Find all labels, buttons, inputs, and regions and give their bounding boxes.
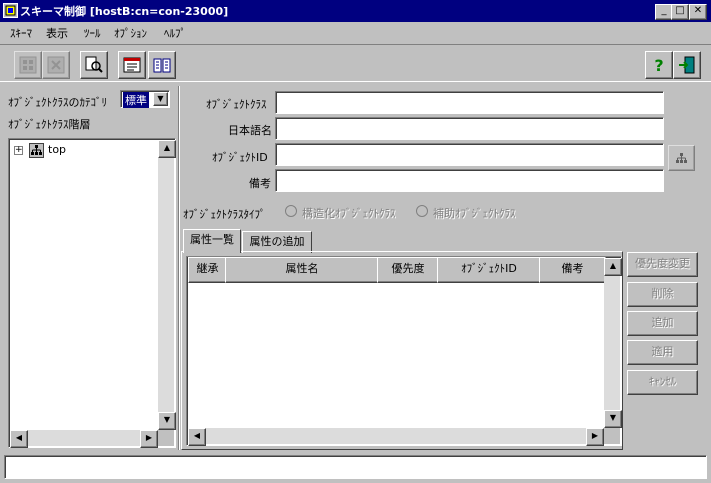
table-scroll-left-icon[interactable]: ◀ — [188, 428, 206, 446]
window-title: スキーマ制御 [hostB:cn=con-23000] — [20, 5, 229, 18]
column-header-attribute-name[interactable]: 属性名 — [225, 257, 379, 283]
remarks-label: 備考 — [249, 177, 271, 190]
radio-auxiliary[interactable] — [416, 205, 428, 217]
object-id-label: ｵﾌﾞｼﾞｪｸﾄID — [212, 151, 268, 164]
menu-schema[interactable]: ｽｷｰﾏ — [10, 25, 32, 41]
help-icon: ? — [654, 55, 664, 75]
tree-horizontal-scrollbar[interactable]: ◀ ▶ — [10, 430, 158, 448]
menu-tools[interactable]: ﾂｰﾙ — [84, 25, 101, 41]
close-button[interactable]: ✕ — [689, 4, 707, 20]
cancel-button[interactable]: ｷｬﾝｾﾙ — [627, 370, 698, 395]
category-label: ｵﾌﾞｼﾞｪｸﾄｸﾗｽのｶﾃｺﾞﾘ — [8, 96, 107, 109]
oid-tree-button[interactable] — [668, 145, 695, 171]
table-scroll-right-icon[interactable]: ▶ — [586, 428, 604, 446]
radio-structural[interactable] — [285, 205, 297, 217]
class-grid-icon — [19, 56, 37, 74]
tool-delete-class-button[interactable] — [42, 51, 70, 79]
hierarchy-icon — [676, 152, 687, 163]
toolbar: ? — [0, 44, 711, 82]
column-header-object-id[interactable]: ｵﾌﾞｼﾞｪｸﾄID — [437, 257, 541, 283]
tree-expand-icon[interactable]: + — [14, 146, 23, 155]
apply-button[interactable]: 適用 — [627, 340, 698, 365]
menu-options[interactable]: ｵﾌﾟｼｮﾝ — [114, 25, 147, 41]
tab-panel: 継承 属性名 優先度 ｵﾌﾞｼﾞｪｸﾄID 備考 ▲ ▼ ◀ ▶ — [181, 251, 623, 450]
category-selected-value: 標準 — [123, 92, 149, 108]
panel-divider[interactable] — [178, 86, 180, 450]
tab-attribute-list[interactable]: 属性一覧 — [183, 229, 241, 253]
delete-button[interactable]: 削除 — [627, 282, 698, 307]
left-panel: ｵﾌﾞｼﾞｪｸﾄｸﾗｽのｶﾃｺﾞﾘ 標準 ▼ ｵﾌﾞｼﾞｪｸﾄｸﾗｽ階層 + t… — [2, 86, 178, 450]
column-header-priority[interactable]: 優先度 — [377, 257, 439, 283]
tree-node-icon — [29, 143, 44, 158]
exit-button[interactable] — [673, 51, 701, 79]
object-id-input[interactable] — [275, 143, 664, 166]
tool-book-button[interactable] — [148, 51, 176, 79]
class-tree[interactable]: + top ▲ ▼ ◀ ▶ — [8, 138, 176, 448]
exit-door-icon — [679, 56, 695, 74]
book-icon — [153, 58, 171, 73]
list-window-icon — [123, 57, 141, 73]
table-horizontal-scrollbar[interactable]: ◀ ▶ — [188, 428, 604, 446]
japanese-name-input[interactable] — [275, 117, 664, 140]
object-class-input[interactable] — [275, 91, 664, 114]
tab-add-attribute[interactable]: 属性の追加 — [242, 231, 312, 253]
title-bar[interactable]: スキーマ制御 [hostB:cn=con-23000] _ □ ✕ — [0, 0, 711, 22]
help-button[interactable]: ? — [645, 51, 673, 79]
japanese-name-label: 日本語名 — [228, 124, 272, 137]
attribute-table[interactable]: 継承 属性名 優先度 ｵﾌﾞｼﾞｪｸﾄID 備考 ▲ ▼ ◀ ▶ — [186, 256, 622, 446]
scroll-corner — [158, 430, 174, 446]
table-scroll-corner — [604, 428, 620, 444]
radio-auxiliary-label: 補助ｵﾌﾞｼﾞｪｸﾄｸﾗｽ — [433, 207, 516, 220]
add-button[interactable]: 追加 — [627, 311, 698, 336]
object-class-label: ｵﾌﾞｼﾞｪｸﾄｸﾗｽ — [206, 98, 267, 111]
scroll-up-icon[interactable]: ▲ — [158, 140, 176, 158]
class-type-label: ｵﾌﾞｼﾞｪｸﾄｸﾗｽﾀｲﾌﾟ — [183, 208, 266, 221]
status-bar — [4, 455, 707, 479]
tree-vertical-scrollbar[interactable]: ▲ ▼ — [158, 140, 176, 430]
scroll-down-icon[interactable]: ▼ — [158, 412, 176, 430]
scroll-left-icon[interactable]: ◀ — [10, 430, 28, 448]
tree-root-label[interactable]: top — [48, 143, 66, 156]
table-vertical-scrollbar[interactable]: ▲ ▼ — [604, 258, 622, 428]
table-scroll-up-icon[interactable]: ▲ — [604, 258, 622, 276]
hierarchy-label: ｵﾌﾞｼﾞｪｸﾄｸﾗｽ階層 — [8, 118, 91, 131]
table-scroll-down-icon[interactable]: ▼ — [604, 410, 622, 428]
scroll-right-icon[interactable]: ▶ — [140, 430, 158, 448]
maximize-button[interactable]: □ — [671, 4, 689, 20]
menu-help[interactable]: ﾍﾙﾌﾟ — [164, 25, 186, 41]
category-select[interactable]: 標準 ▼ — [120, 90, 170, 108]
chevron-down-icon[interactable]: ▼ — [153, 92, 168, 106]
tool-list-button[interactable] — [118, 51, 146, 79]
menu-bar: ｽｷｰﾏ 表示 ﾂｰﾙ ｵﾌﾟｼｮﾝ ﾍﾙﾌﾟ — [0, 22, 711, 42]
delete-class-icon — [47, 56, 65, 74]
tool-new-class-button[interactable] — [14, 51, 42, 79]
column-header-remarks[interactable]: 備考 — [539, 257, 606, 283]
app-icon — [3, 3, 18, 18]
radio-structural-label: 構造化ｵﾌﾞｼﾞｪｸﾄｸﾗｽ — [302, 207, 396, 220]
column-header-inherit[interactable]: 継承 — [188, 257, 227, 283]
search-icon — [85, 56, 103, 73]
remarks-input[interactable] — [275, 169, 664, 192]
priority-change-button[interactable]: 優先度変更 — [627, 252, 698, 277]
tool-search-button[interactable] — [80, 51, 108, 79]
menu-view[interactable]: 表示 — [46, 25, 68, 41]
